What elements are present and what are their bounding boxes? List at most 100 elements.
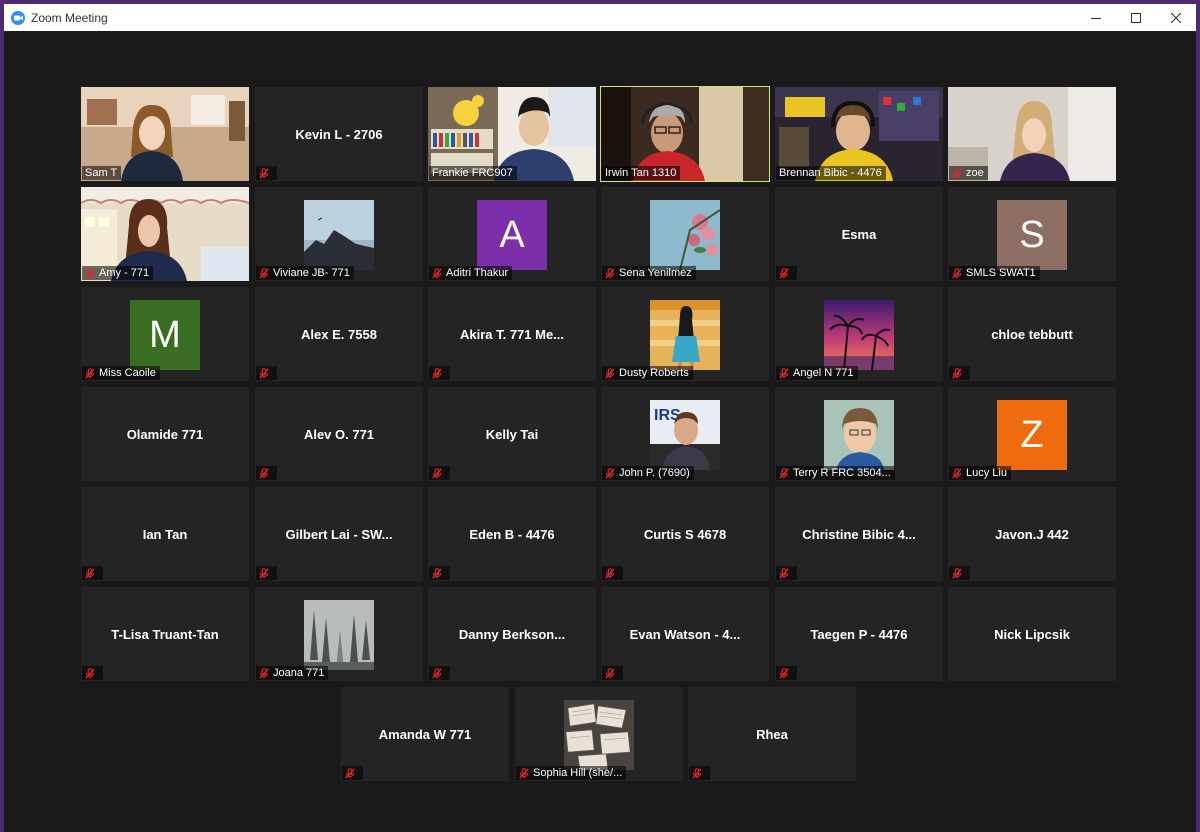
participant-label-name: Amy - 771 bbox=[99, 267, 150, 279]
muted-mic-icon bbox=[85, 567, 95, 579]
participant-tile[interactable]: zoe bbox=[948, 87, 1116, 181]
participant-label-name: Miss Caoile bbox=[99, 367, 156, 379]
participant-tile[interactable]: T-Lisa Truant-Tan bbox=[81, 587, 249, 681]
muted-mic-icon bbox=[432, 467, 442, 479]
muted-mic-icon bbox=[85, 267, 95, 279]
participant-tile[interactable]: Taegen P - 4476 bbox=[775, 587, 943, 681]
participant-label-name: Sena Yenilmez bbox=[619, 267, 692, 279]
participant-tile[interactable]: Frankie FRC907 bbox=[428, 87, 596, 181]
muted-mic-icon bbox=[952, 267, 962, 279]
participant-label bbox=[429, 466, 450, 480]
participant-tile[interactable]: Amanda W 771 bbox=[341, 687, 509, 781]
participant-tile[interactable]: Kelly Tai bbox=[428, 387, 596, 481]
participant-label-name: John P. (7690) bbox=[619, 467, 690, 479]
close-icon bbox=[1171, 12, 1181, 23]
participant-tile[interactable]: Sena Yenilmez bbox=[601, 187, 769, 281]
muted-mic-icon bbox=[605, 367, 615, 379]
participant-label: Sena Yenilmez bbox=[602, 266, 696, 280]
participant-label: Sam T bbox=[82, 166, 122, 180]
participant-tile[interactable]: Terry R FRC 3504... bbox=[775, 387, 943, 481]
participant-tile[interactable]: Nick Lipcsik bbox=[948, 587, 1116, 681]
participant-tile[interactable]: Eden B - 4476 bbox=[428, 487, 596, 581]
muted-mic-icon bbox=[85, 667, 95, 679]
muted-mic-icon bbox=[432, 667, 442, 679]
participant-label: Terry R FRC 3504... bbox=[776, 466, 895, 480]
participant-name: Rhea bbox=[756, 726, 788, 742]
muted-mic-icon bbox=[259, 367, 269, 379]
close-button[interactable] bbox=[1156, 4, 1196, 31]
participant-tile[interactable]: Angel N 771 bbox=[775, 287, 943, 381]
participant-tile[interactable]: Gilbert Lai - SW... bbox=[255, 487, 423, 581]
muted-mic-icon bbox=[779, 567, 789, 579]
participant-name: Eden B - 4476 bbox=[469, 526, 555, 542]
participant-tile[interactable]: Dusty Roberts bbox=[601, 287, 769, 381]
participant-name: Olamide 771 bbox=[126, 426, 204, 442]
profile-picture bbox=[650, 300, 720, 370]
maximize-button[interactable] bbox=[1116, 4, 1156, 31]
participant-label: SMLS SWAT1 bbox=[949, 266, 1040, 280]
participant-tile[interactable]: Irwin Tan 1310 bbox=[600, 86, 770, 182]
participant-name: Alex E. 7558 bbox=[301, 326, 377, 342]
participant-label bbox=[776, 666, 797, 680]
muted-mic-icon bbox=[779, 667, 789, 679]
muted-mic-icon bbox=[952, 467, 962, 479]
minimize-button[interactable] bbox=[1076, 4, 1116, 31]
participant-tile[interactable]: M Miss Caoile bbox=[81, 287, 249, 381]
muted-mic-icon bbox=[952, 167, 962, 179]
participant-tile[interactable]: Z Lucy Liu bbox=[948, 387, 1116, 481]
muted-mic-icon bbox=[259, 567, 269, 579]
participant-tile[interactable]: Olamide 771 bbox=[81, 387, 249, 481]
participant-label bbox=[82, 566, 103, 580]
participant-label: Dusty Roberts bbox=[602, 366, 693, 380]
participant-label bbox=[776, 566, 797, 580]
participant-label-name: Angel N 771 bbox=[793, 367, 854, 379]
participant-tile[interactable]: Curtis S 4678 bbox=[601, 487, 769, 581]
participant-tile[interactable]: Rhea bbox=[688, 687, 856, 781]
participant-tile[interactable]: Christine Bibic 4... bbox=[775, 487, 943, 581]
participant-name: T-Lisa Truant-Tan bbox=[111, 626, 219, 642]
avatar: Z bbox=[997, 400, 1067, 470]
muted-mic-icon bbox=[259, 167, 269, 179]
participant-name: Taegen P - 4476 bbox=[810, 626, 908, 642]
window-title: Zoom Meeting bbox=[31, 10, 108, 25]
participant-tile[interactable]: chloe tebbutt bbox=[948, 287, 1116, 381]
participant-tile[interactable]: Brennan Bibic - 4476 bbox=[775, 87, 943, 181]
participant-label bbox=[602, 666, 623, 680]
participant-tile[interactable]: Joana 771 bbox=[255, 587, 423, 681]
participant-tile[interactable]: Amy - 771 bbox=[81, 187, 249, 281]
participant-label: John P. (7690) bbox=[602, 466, 694, 480]
participant-label-name: Sophia Hill (she/... bbox=[533, 767, 623, 779]
participant-tile[interactable]: Alex E. 7558 bbox=[255, 287, 423, 381]
participant-tile[interactable]: Sam T bbox=[81, 87, 249, 181]
profile-picture bbox=[564, 700, 634, 770]
participant-tile[interactable]: Sophia Hill (she/... bbox=[515, 687, 683, 781]
participant-tile[interactable]: Kevin L - 2706 bbox=[255, 87, 423, 181]
participant-tile[interactable]: Esma bbox=[775, 187, 943, 281]
participant-label bbox=[82, 666, 103, 680]
participant-tile[interactable]: Ian Tan bbox=[81, 487, 249, 581]
avatar: S bbox=[997, 200, 1067, 270]
participant-name: Christine Bibic 4... bbox=[802, 526, 916, 542]
participant-label: Amy - 771 bbox=[82, 266, 154, 280]
participant-tile[interactable]: Akira T. 771 Me... bbox=[428, 287, 596, 381]
participant-name: Kelly Tai bbox=[485, 426, 539, 442]
zoom-window: Zoom Meeting Sam T Kevin L - 2706 Frankie … bbox=[4, 4, 1196, 832]
participant-name: chloe tebbutt bbox=[991, 326, 1073, 342]
participant-tile[interactable]: IRS John P. (7690) bbox=[601, 387, 769, 481]
participant-label-name: Frankie FRC907 bbox=[432, 167, 513, 179]
participant-tile[interactable]: Alev O. 771 bbox=[255, 387, 423, 481]
participant-name: Nick Lipcsik bbox=[994, 626, 1070, 642]
participant-label-name: Dusty Roberts bbox=[619, 367, 689, 379]
participant-label-name: Irwin Tan 1310 bbox=[605, 167, 677, 179]
participant-tile[interactable]: Viviane JB- 771 bbox=[255, 187, 423, 281]
participant-tile[interactable]: A Aditri Thakur bbox=[428, 187, 596, 281]
participant-name: Gilbert Lai - SW... bbox=[285, 526, 393, 542]
participant-tile[interactable]: Danny Berkson... bbox=[428, 587, 596, 681]
participant-label: Sophia Hill (she/... bbox=[516, 766, 627, 780]
participant-tile[interactable]: S SMLS SWAT1 bbox=[948, 187, 1116, 281]
participant-name: Amanda W 771 bbox=[378, 726, 472, 742]
participant-label-name: zoe bbox=[966, 167, 984, 179]
participant-tile[interactable]: Evan Watson - 4... bbox=[601, 587, 769, 681]
muted-mic-icon bbox=[779, 267, 789, 279]
participant-tile[interactable]: Javon.J 442 bbox=[948, 487, 1116, 581]
